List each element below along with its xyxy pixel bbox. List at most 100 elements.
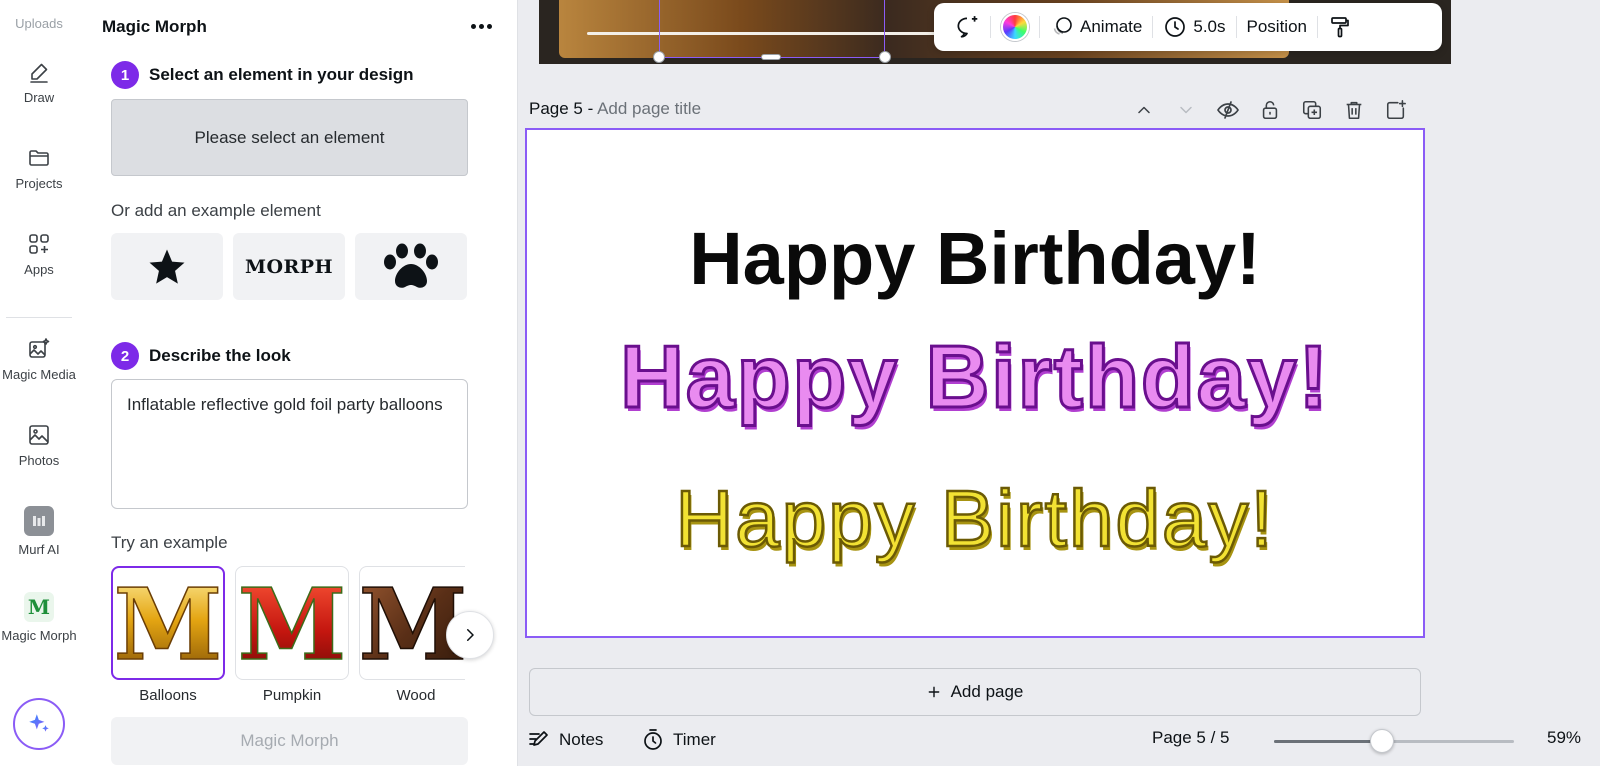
page-title-input[interactable]: Add page title <box>597 99 701 118</box>
add-comment-button[interactable] <box>944 9 990 45</box>
zoom-slider-handle[interactable] <box>1370 729 1394 753</box>
birthday-text-black[interactable]: Happy Birthday! <box>527 216 1423 301</box>
add-page-label: Add page <box>950 682 1024 701</box>
photos-icon <box>29 425 49 445</box>
rail-item-projects[interactable]: Projects <box>0 146 78 191</box>
rail-item-murf-ai[interactable]: Murf AI <box>0 506 78 557</box>
rail-item-label: Magic Morph <box>1 628 77 643</box>
add-page-button[interactable]: Add page <box>529 668 1421 716</box>
lock-page-button[interactable] <box>1255 95 1285 125</box>
notes-label: Notes <box>559 730 604 749</box>
context-toolbar: Animate 5.0s Position <box>934 3 1442 51</box>
rail-item-magic-media[interactable]: Magic Media <box>0 337 78 382</box>
position-button[interactable]: Position <box>1237 9 1317 45</box>
rail-item-uploads[interactable]: Uploads <box>0 16 78 31</box>
color-wheel-icon <box>1001 13 1029 41</box>
page-header: Page 5 - Add page title <box>529 99 701 119</box>
zoom-level[interactable]: 59% <box>1547 728 1581 748</box>
delete-page-button[interactable] <box>1339 95 1369 125</box>
duration-button[interactable]: 5.0s <box>1153 9 1235 45</box>
animate-icon <box>1053 17 1072 35</box>
notes-icon <box>529 731 548 746</box>
step-1-heading: 1 Select an element in your design <box>111 61 414 89</box>
clock-icon <box>1165 17 1186 37</box>
example-element-paw[interactable] <box>355 233 467 300</box>
rail-item-label: Projects <box>15 176 63 191</box>
trash-icon <box>1346 101 1362 120</box>
zoom-slider[interactable] <box>1274 729 1514 753</box>
step-number: 1 <box>111 61 139 89</box>
svg-text:M: M <box>240 573 344 673</box>
try-example-label-wood: Wood <box>396 687 436 704</box>
zoom-slider-fill <box>1274 740 1382 743</box>
color-button[interactable] <box>991 9 1039 45</box>
example-element-star[interactable] <box>111 233 223 300</box>
plus-icon <box>928 686 939 698</box>
selection-outline <box>659 0 885 58</box>
select-element-box[interactable]: Please select an element <box>111 99 468 176</box>
magic-morph-button[interactable]: Magic Morph <box>111 717 468 765</box>
rail-item-label: Magic Media <box>2 367 76 382</box>
page-indicator-label: Page 5 / 5 <box>1152 728 1230 747</box>
move-page-down-button[interactable] <box>1171 95 1201 125</box>
more-dot-icon <box>486 23 492 29</box>
page-number-label: Page 5 - <box>529 99 594 118</box>
notes-button[interactable]: Notes <box>527 728 603 752</box>
bottom-bar: Notes Timer Page 5 / 5 59% <box>519 716 1600 766</box>
rail-item-photos[interactable]: Photos <box>0 423 78 468</box>
duplicate-icon <box>1302 100 1322 120</box>
timer-icon <box>644 729 662 750</box>
examples-next-button[interactable] <box>446 611 494 659</box>
timer-label: Timer <box>673 730 716 749</box>
animate-label: Animate <box>1080 17 1143 36</box>
panel-title: Magic Morph <box>102 17 207 36</box>
step-2-heading: 2 Describe the look <box>111 342 291 370</box>
star-icon <box>149 249 185 284</box>
eye-hide-icon <box>1217 101 1239 119</box>
design-page[interactable]: Happy Birthday! Happy Birthday! Happy Bi… <box>525 128 1425 638</box>
morph-text: MORPH <box>244 255 334 278</box>
describe-look-input[interactable]: Inflatable reflective gold foil party ba… <box>111 379 468 509</box>
more-options-button[interactable] <box>466 14 496 38</box>
left-rail: Uploads Draw Projects Apps Magic Media P… <box>0 0 78 766</box>
assistant-button[interactable] <box>13 698 65 750</box>
position-label: Position <box>1246 17 1307 36</box>
add-page-icon <box>1386 100 1406 120</box>
birthday-text-gold-balloon[interactable]: Happy Birthday! <box>527 473 1423 565</box>
lock-icon <box>1262 100 1278 120</box>
copy-style-button[interactable] <box>1318 9 1362 45</box>
balloons-letter-image: M <box>116 573 220 673</box>
comment-add-icon <box>957 16 978 38</box>
rail-item-label: Photos <box>18 453 60 468</box>
apps-icon <box>29 234 49 254</box>
animate-button[interactable]: Animate <box>1040 9 1152 45</box>
page-indicator[interactable]: Page 5 / 5 <box>1152 728 1230 748</box>
example-element-morph-text[interactable]: MORPH <box>233 233 345 300</box>
hide-page-button[interactable] <box>1213 95 1243 125</box>
birthday-text-pink-balloon[interactable]: Happy Birthday! <box>527 326 1423 428</box>
chevron-right-icon <box>467 629 474 641</box>
move-page-up-button[interactable] <box>1129 95 1159 125</box>
rail-item-magic-morph[interactable]: M Magic Morph <box>0 592 78 643</box>
duration-label: 5.0s <box>1193 17 1226 36</box>
pumpkin-letter-image: M <box>240 573 344 673</box>
folder-icon <box>29 150 49 166</box>
rail-item-apps[interactable]: Apps <box>0 232 78 277</box>
rail-item-draw[interactable]: Draw <box>0 60 78 105</box>
resize-handle[interactable] <box>653 51 665 63</box>
add-page-inline-button[interactable] <box>1381 95 1411 125</box>
try-example-label: Try an example <box>111 533 228 552</box>
duplicate-page-button[interactable] <box>1297 95 1327 125</box>
resize-handle[interactable] <box>879 51 891 63</box>
rail-item-label: Murf AI <box>18 542 60 557</box>
timer-button[interactable]: Timer <box>641 728 716 752</box>
svg-text:M: M <box>116 573 220 673</box>
rail-divider <box>6 317 72 318</box>
more-dot-icon <box>478 23 484 29</box>
try-example-pumpkin[interactable]: M <box>235 566 349 680</box>
magic-morph-icon: M <box>24 592 54 622</box>
resize-handle[interactable] <box>761 54 781 60</box>
rail-item-label: Draw <box>23 90 55 105</box>
example-element-label: Or add an example element <box>111 201 321 220</box>
try-example-balloons[interactable]: M <box>111 566 225 680</box>
